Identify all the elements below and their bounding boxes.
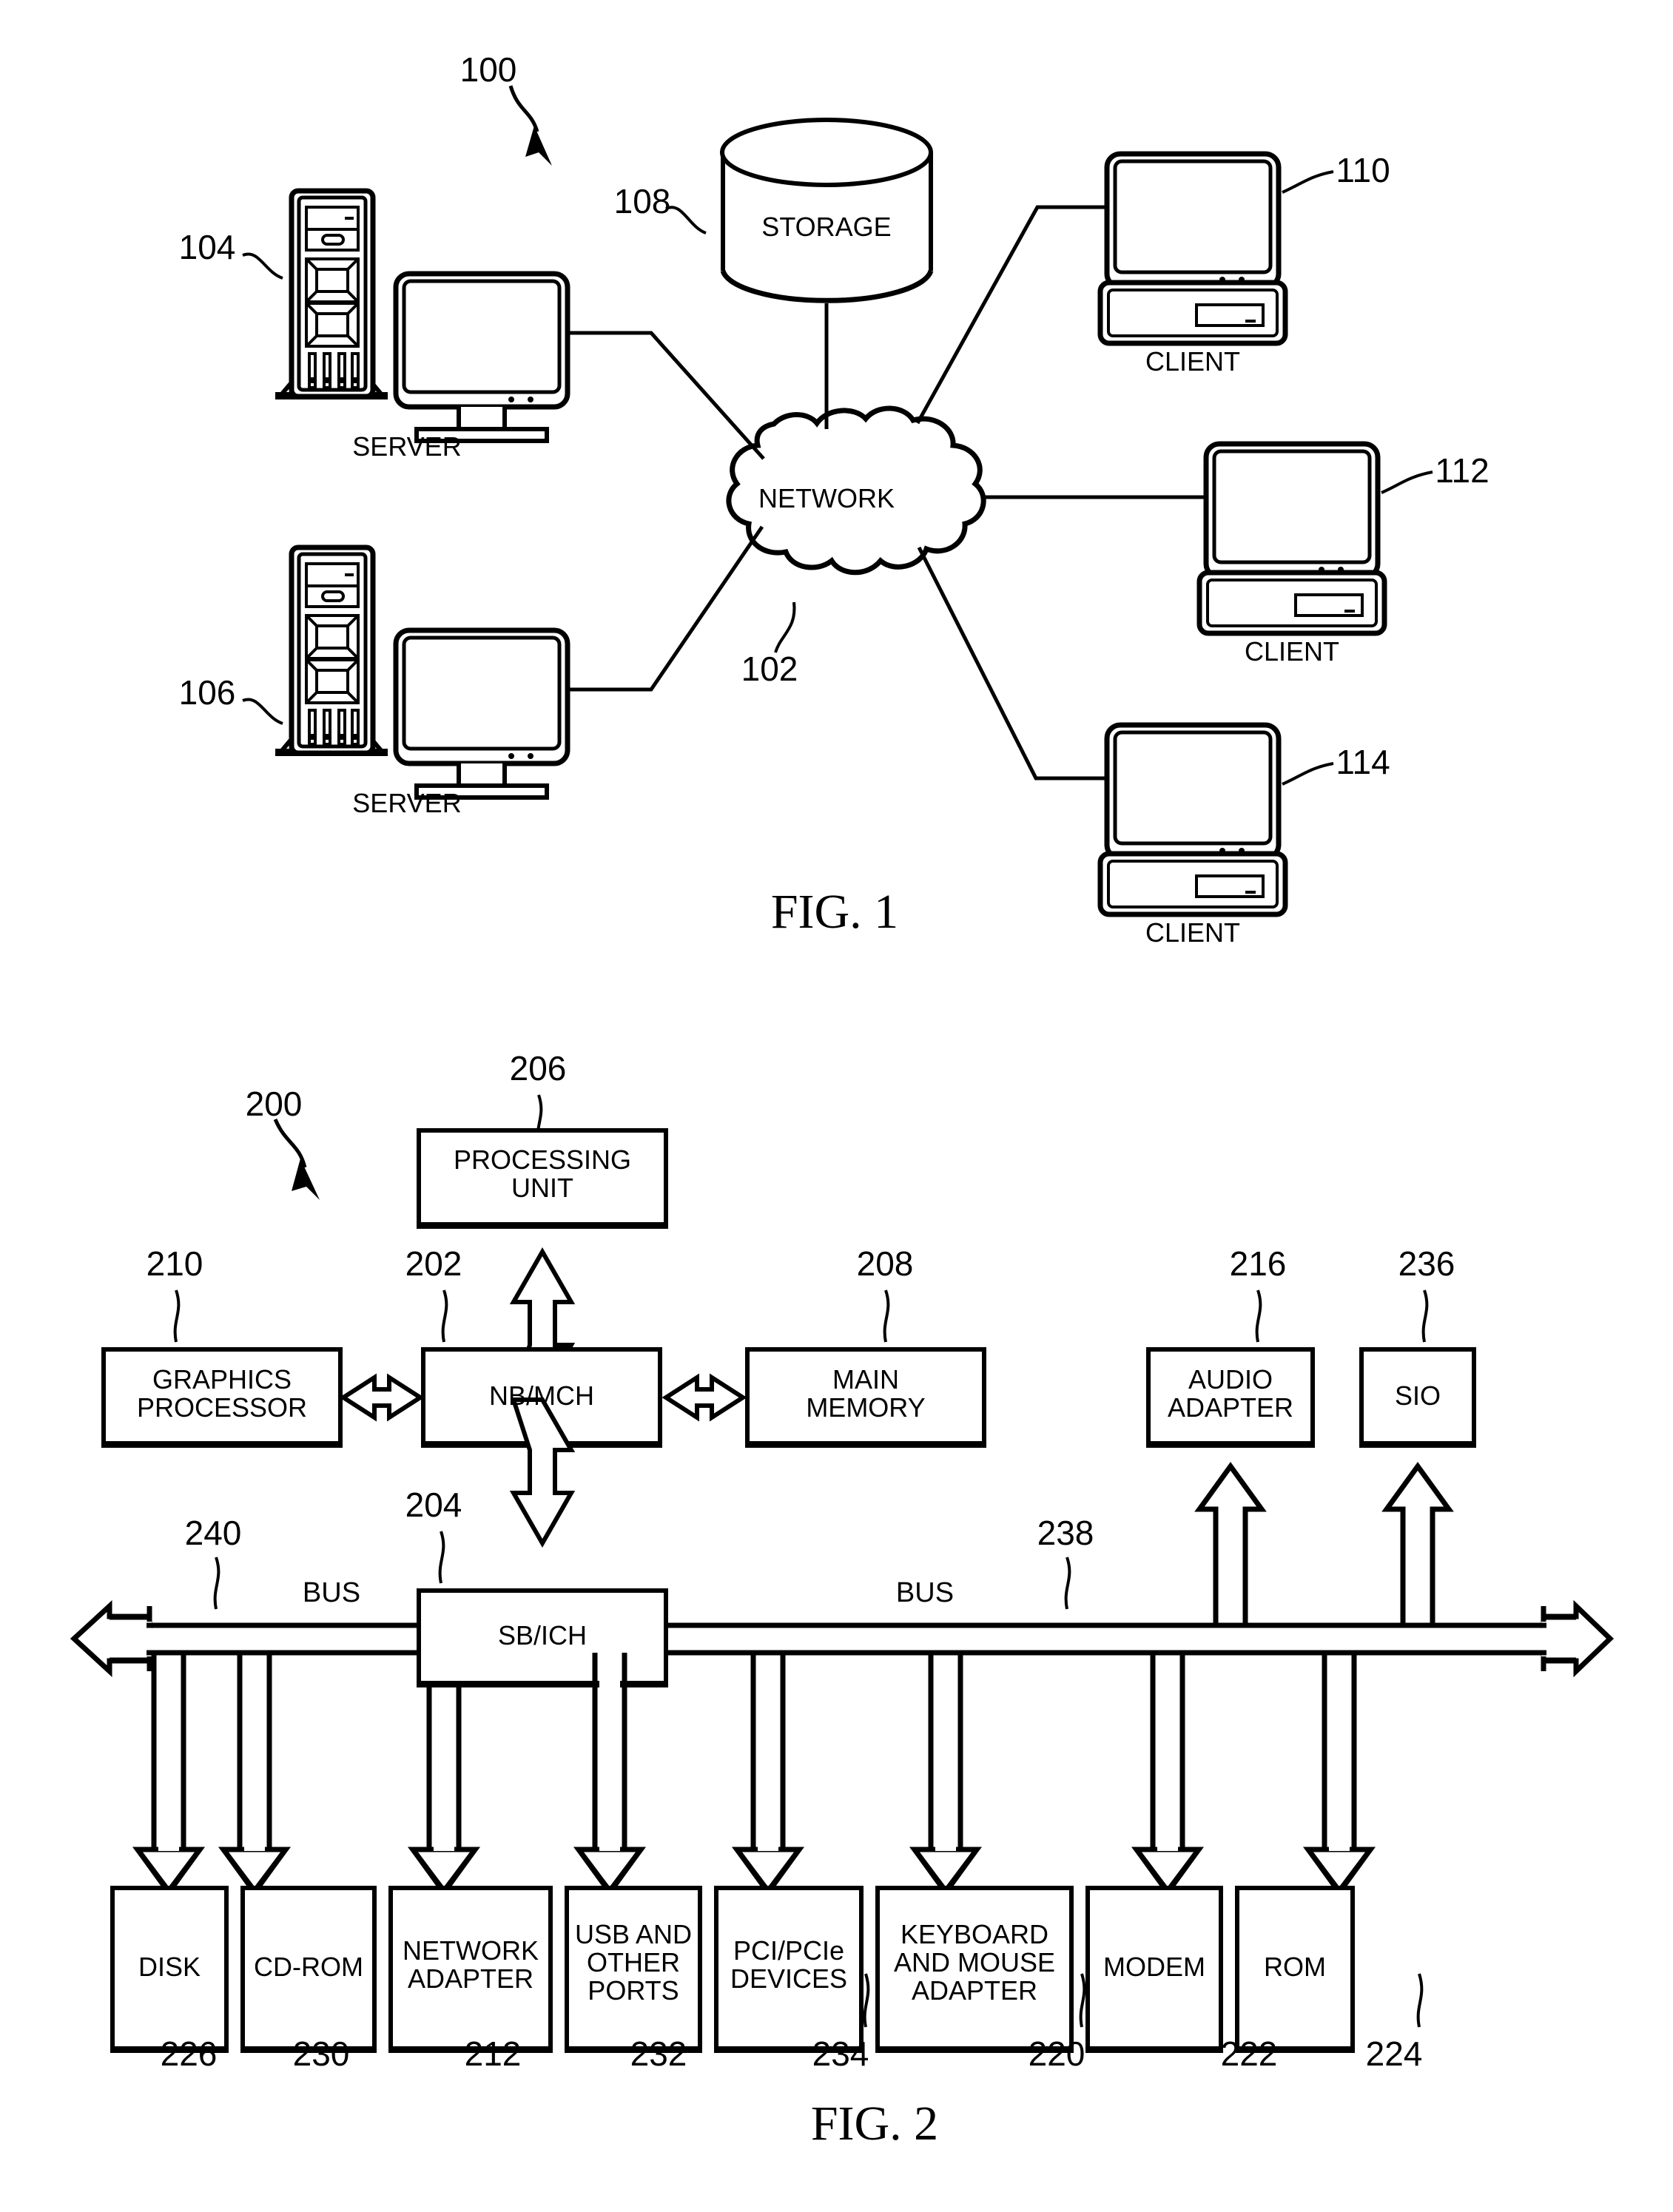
ref-232: 232: [630, 2034, 687, 2073]
ref-206: 206: [509, 1049, 567, 1088]
ref-102: 102: [741, 650, 798, 688]
ref-224: 224: [1365, 2034, 1423, 2073]
ref-240: 240: [184, 1514, 242, 1552]
ref-106: 106: [178, 673, 236, 712]
processing-unit-label: PROCESSING UNIT: [453, 1144, 632, 1203]
cd-rom-label: CD-ROM: [254, 1952, 363, 1982]
ref-104: 104: [178, 228, 236, 266]
usb-other-ports-label: USB AND OTHER PORTS: [574, 1919, 693, 2006]
ref-220: 220: [1028, 2034, 1085, 2073]
rom-label: ROM: [1264, 1952, 1326, 1982]
ref-108: 108: [613, 182, 671, 220]
ref-234: 234: [812, 2034, 869, 2073]
bus-label-right: BUS: [895, 1577, 955, 1608]
ref-236: 236: [1398, 1244, 1455, 1283]
figure-1-caption: FIG. 1: [770, 885, 899, 939]
sio-label: SIO: [1394, 1380, 1441, 1411]
ref-110: 110: [1336, 151, 1390, 189]
network-adapter-label: NETWORK ADAPTER: [403, 1935, 539, 1994]
pci-pcie-devices-label: PCI/PCIe DEVICES: [730, 1935, 848, 1994]
client-bottom-label: CLIENT: [1145, 917, 1241, 948]
ref-100: 100: [460, 50, 517, 89]
ref-226: 226: [160, 2034, 218, 2073]
server-bottom-label: SERVER: [352, 788, 462, 818]
ref-212: 212: [464, 2034, 522, 2073]
client-top-label: CLIENT: [1145, 346, 1241, 377]
client-middle-label: CLIENT: [1244, 636, 1340, 667]
ref-216: 216: [1229, 1244, 1287, 1283]
ref-208: 208: [856, 1244, 914, 1283]
nb-mch-label: NB/MCH: [489, 1380, 594, 1411]
server-top-label: SERVER: [352, 431, 462, 462]
ref-202: 202: [405, 1244, 462, 1283]
sb-ich-label: SB/ICH: [497, 1620, 588, 1650]
keyboard-mouse-adapter-label: KEYBOARD AND MOUSE ADAPTER: [893, 1919, 1056, 2006]
audio-adapter-label: AUDIO ADAPTER: [1167, 1364, 1294, 1423]
ref-230: 230: [292, 2034, 350, 2073]
network-label: NETWORK: [758, 483, 895, 513]
ref-112: 112: [1435, 451, 1489, 490]
ref-200: 200: [245, 1085, 303, 1123]
ref-210: 210: [146, 1244, 203, 1283]
graphics-processor-label: GRAPHICS PROCESSOR: [136, 1364, 308, 1423]
patent-drawing-sheet: 100 104 106 108 102 110 112 114 NETWORK …: [0, 0, 1673, 2212]
bus-label-left: BUS: [302, 1577, 361, 1608]
ref-204: 204: [405, 1486, 462, 1524]
ref-114: 114: [1336, 743, 1390, 781]
disk-label: DISK: [138, 1952, 201, 1982]
main-memory-label: MAIN MEMORY: [806, 1364, 926, 1423]
storage-label: STORAGE: [761, 212, 892, 242]
figure-2-caption: FIG. 2: [810, 2097, 939, 2151]
ref-238: 238: [1037, 1514, 1094, 1552]
modem-label: MODEM: [1103, 1952, 1205, 1982]
ref-222: 222: [1220, 2034, 1278, 2073]
